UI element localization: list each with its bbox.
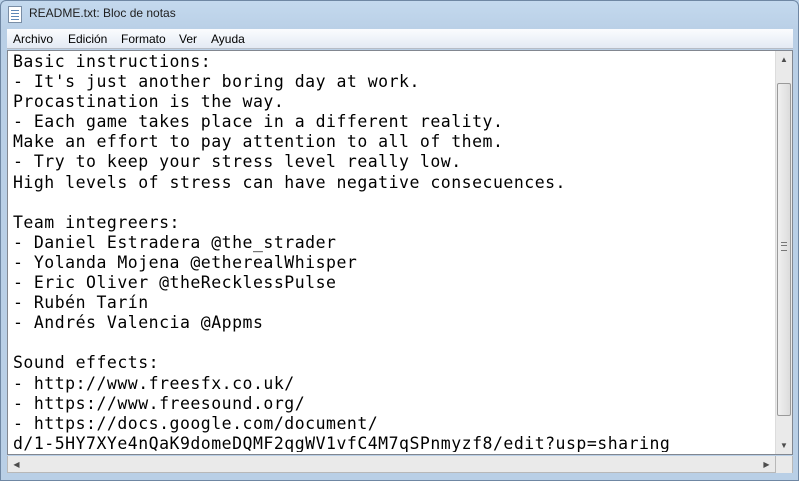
scroll-up-arrow-icon[interactable]: ▲ [776, 51, 792, 68]
vertical-scrollbar[interactable]: ▲ ▼ [775, 51, 792, 454]
menu-archivo[interactable]: Archivo [13, 32, 53, 46]
menu-edicion[interactable]: Edición [68, 32, 107, 46]
menu-ver[interactable]: Ver [179, 32, 197, 46]
notepad-icon[interactable] [8, 6, 22, 23]
scroll-grip-icon [781, 242, 787, 251]
document-text[interactable]: Basic instructions: - It's just another … [13, 52, 776, 452]
scroll-down-arrow-icon[interactable]: ▼ [776, 437, 792, 454]
title-bar[interactable]: README.txt: Bloc de notas [1, 1, 798, 28]
scroll-right-arrow-icon[interactable]: ▶ [758, 456, 775, 472]
horizontal-scrollbar[interactable]: ◀ ▶ [7, 456, 776, 473]
menu-bar: Archivo Edición Formato Ver Ayuda [7, 29, 793, 49]
text-editor[interactable]: Basic instructions: - It's just another … [7, 50, 793, 455]
notepad-window: README.txt: Bloc de notas Archivo Edició… [0, 0, 799, 481]
scrollbar-corner [776, 456, 793, 473]
scroll-left-arrow-icon[interactable]: ◀ [8, 456, 25, 472]
vertical-scroll-thumb[interactable] [777, 83, 791, 416]
menu-ayuda[interactable]: Ayuda [211, 32, 245, 46]
window-title: README.txt: Bloc de notas [29, 6, 176, 20]
menu-formato[interactable]: Formato [121, 32, 166, 46]
